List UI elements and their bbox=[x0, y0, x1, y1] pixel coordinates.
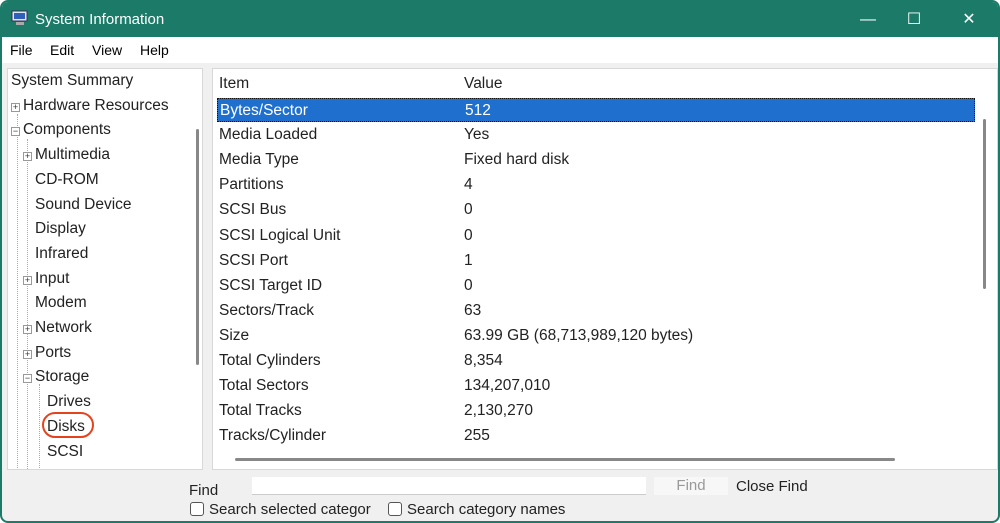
tree-item-scsi[interactable]: SCSI bbox=[47, 443, 83, 461]
tree-item-system-summary[interactable]: System Summary bbox=[11, 72, 133, 90]
tree-item-cd-rom[interactable]: CD-ROM bbox=[35, 171, 99, 189]
value-cell: 8,354 bbox=[464, 352, 503, 369]
item-cell: Total Cylinders bbox=[219, 352, 321, 369]
table-row[interactable]: Total Tracks 2,130,270 bbox=[217, 399, 975, 423]
list-horizontal-scrollbar[interactable] bbox=[235, 458, 895, 461]
value-cell: 134,207,010 bbox=[464, 377, 551, 395]
expand-icon[interactable]: + bbox=[23, 325, 32, 334]
item-cell: Bytes/Sector bbox=[220, 102, 308, 119]
tree-item-components[interactable]: Components bbox=[23, 121, 111, 139]
category-tree: System Summary Hardware Resources + Compone… bbox=[7, 68, 203, 470]
menu-file[interactable]: File bbox=[10, 42, 33, 58]
system-information-app-icon bbox=[11, 10, 28, 25]
table-row[interactable]: SCSI Target ID 0 bbox=[217, 274, 975, 298]
checkbox-label: Search selected categor bbox=[209, 501, 371, 518]
item-cell: Size bbox=[219, 326, 250, 344]
table-row[interactable]: Total Cylinders 8,354 bbox=[217, 349, 975, 373]
tree-item-ide[interactable]: IDE bbox=[47, 467, 73, 469]
expand-icon[interactable]: + bbox=[23, 349, 32, 359]
search-selected-category-checkbox[interactable]: Search selected categor bbox=[190, 501, 371, 518]
item-cell: SCSI Logical Unit bbox=[219, 226, 341, 244]
menu-help[interactable]: Help bbox=[140, 42, 169, 58]
tree-item-hardware-resources[interactable]: Hardware Resources bbox=[23, 97, 169, 115]
tree-item-drives[interactable]: Drives bbox=[47, 393, 91, 411]
value-cell: 512 bbox=[465, 102, 491, 119]
value-cell: Fixed hard disk bbox=[464, 151, 570, 169]
item-cell: Partitions bbox=[219, 176, 284, 194]
value-cell: Yes bbox=[464, 126, 490, 144]
table-row[interactable]: Tracks/Cylinder 255 bbox=[217, 424, 975, 448]
table-row[interactable]: Bytes/Sector 512 bbox=[217, 98, 975, 122]
list-header: Item Value bbox=[217, 74, 977, 96]
tree-item-storage[interactable]: Storage bbox=[35, 368, 89, 386]
table-row[interactable]: SCSI Logical Unit 0 bbox=[217, 224, 975, 248]
collapse-icon[interactable]: − bbox=[23, 374, 32, 384]
maximize-button[interactable]: ☐ bbox=[891, 6, 937, 34]
window-title: System Information bbox=[35, 11, 165, 28]
list-vertical-scrollbar[interactable] bbox=[983, 119, 986, 289]
table-row[interactable]: SCSI Port 1 bbox=[217, 249, 975, 273]
minimize-button[interactable]: — bbox=[845, 6, 891, 34]
title-bar: System Information — ☐ ✕ bbox=[2, 2, 998, 37]
item-cell: Media Loaded bbox=[219, 126, 318, 144]
value-cell: 0 bbox=[464, 276, 473, 294]
collapse-icon[interactable]: − bbox=[11, 127, 20, 137]
tree-scrollbar[interactable] bbox=[196, 129, 199, 365]
tree-item-network[interactable]: Network bbox=[35, 319, 92, 337]
value-cell: 63 bbox=[464, 301, 482, 319]
find-button[interactable]: Find bbox=[654, 477, 728, 495]
tree-item-disks[interactable]: Disks bbox=[47, 418, 85, 436]
tree-item-modem[interactable]: Modem bbox=[35, 294, 87, 312]
close-button[interactable]: ✕ bbox=[946, 6, 992, 34]
table-row[interactable]: Media Loaded Yes bbox=[217, 123, 975, 147]
search-category-names-checkbox[interactable]: Search category names bbox=[388, 501, 565, 518]
item-cell: Tracks/Cylinder bbox=[219, 427, 327, 445]
value-cell: 0 bbox=[464, 201, 473, 219]
item-cell: Media Type bbox=[219, 151, 299, 169]
tree-item-infrared[interactable]: Infrared bbox=[35, 245, 88, 263]
tree-item-display[interactable]: Display bbox=[35, 220, 86, 238]
value-cell: 255 bbox=[464, 427, 490, 445]
item-cell: Total Tracks bbox=[219, 402, 302, 420]
checkbox-box[interactable] bbox=[190, 502, 204, 516]
item-cell: SCSI Port bbox=[219, 251, 288, 269]
table-row[interactable]: Size 63.99 GB (68,713,989,120 bytes) bbox=[217, 324, 975, 348]
item-cell: SCSI Target ID bbox=[219, 276, 323, 294]
value-cell: 1 bbox=[464, 251, 473, 269]
column-header-item[interactable]: Item bbox=[219, 75, 249, 93]
item-cell: Total Sectors bbox=[219, 377, 309, 395]
menu-bar: File Edit View Help bbox=[2, 37, 998, 63]
table-row[interactable]: Media Type Fixed hard disk bbox=[217, 148, 975, 172]
system-information-window: System Information — ☐ ✕ File Edit View … bbox=[0, 0, 1000, 523]
checkbox-box[interactable] bbox=[388, 502, 402, 516]
close-find-button[interactable]: Close Find bbox=[736, 478, 808, 495]
table-row[interactable]: Total Sectors 134,207,010 bbox=[217, 374, 975, 398]
checkbox-label: Search category names bbox=[407, 501, 566, 518]
value-cell: 63.99 GB (68,713,989,120 bytes) bbox=[464, 326, 694, 344]
tree-item-input[interactable]: Input bbox=[35, 270, 69, 288]
expand-icon[interactable]: + bbox=[23, 275, 32, 285]
find-input[interactable] bbox=[252, 477, 646, 495]
value-cell: 0 bbox=[464, 226, 473, 244]
tree-item-multimedia[interactable]: Multimedia bbox=[35, 146, 110, 164]
table-row[interactable]: Sectors/Track 63 bbox=[217, 299, 975, 323]
item-cell: SCSI Bus bbox=[219, 201, 287, 219]
details-list: Item Value Bytes/Sector 512 Media Loaded Ye… bbox=[212, 68, 998, 470]
expand-icon[interactable]: + bbox=[11, 102, 20, 112]
column-header-value[interactable]: Value bbox=[464, 75, 503, 93]
menu-edit[interactable]: Edit bbox=[50, 42, 74, 58]
table-row[interactable]: Partitions 4 bbox=[217, 173, 975, 197]
expand-icon[interactable]: + bbox=[23, 152, 32, 162]
menu-view[interactable]: View bbox=[92, 42, 122, 58]
value-cell: 2,130,270 bbox=[464, 402, 533, 420]
tree-item-ports[interactable]: Ports bbox=[35, 344, 71, 362]
table-row[interactable]: SCSI Bus 0 bbox=[217, 198, 975, 222]
item-cell: Sectors/Track bbox=[219, 301, 315, 319]
value-cell: 4 bbox=[464, 176, 473, 194]
find-label: Find bbox=[189, 482, 219, 499]
tree-item-sound-device[interactable]: Sound Device bbox=[35, 196, 132, 214]
